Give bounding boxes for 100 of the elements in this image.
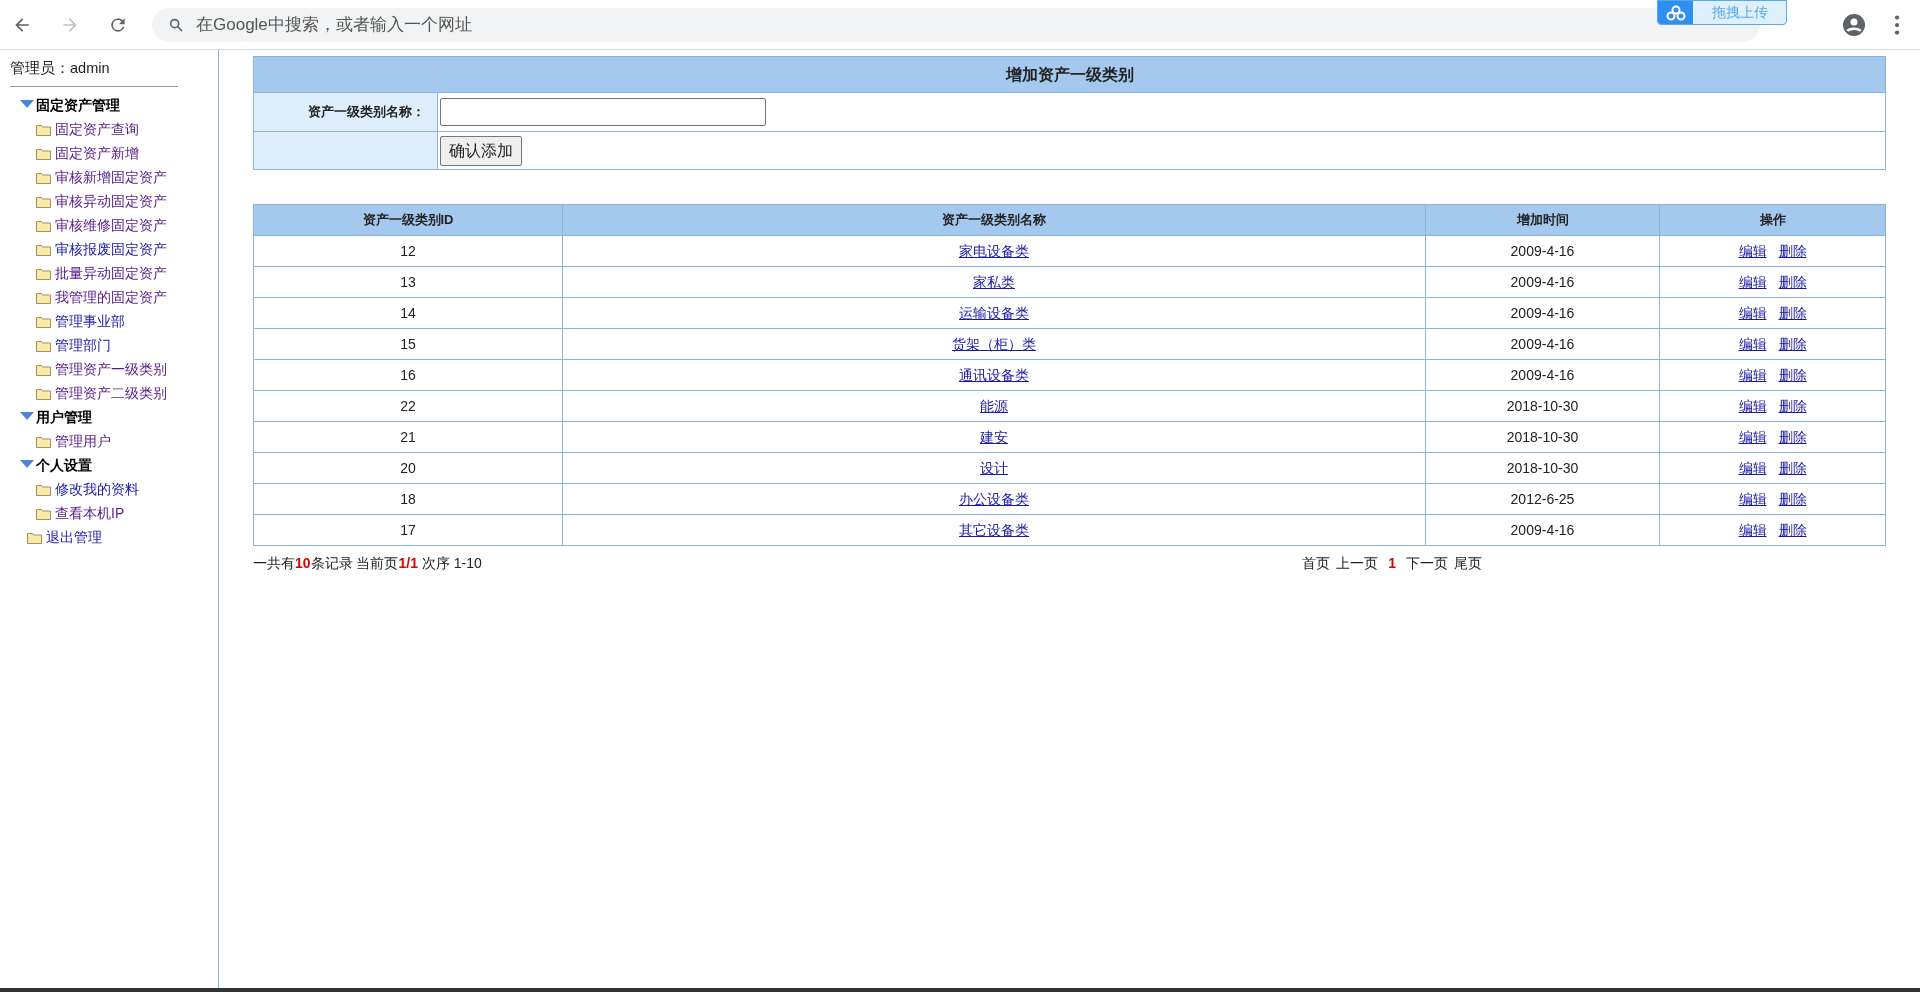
category-link[interactable]: 货架（柜）类 (952, 335, 1036, 352)
action-link[interactable]: 编辑 (1738, 488, 1767, 510)
action-link[interactable]: 编辑 (1738, 271, 1767, 293)
action-link[interactable]: 编辑 (1738, 364, 1767, 386)
sidebar-link[interactable]: 管理事业部 (55, 311, 125, 333)
cloud-icon (1665, 4, 1686, 21)
page-link[interactable]: 1 (1384, 553, 1400, 574)
action-link[interactable]: 删除 (1778, 240, 1807, 262)
action-link[interactable]: 删除 (1778, 426, 1807, 448)
folder-icon (36, 315, 51, 328)
folder-icon (36, 339, 51, 352)
category-link[interactable]: 家电设备类 (959, 242, 1029, 259)
table-cell: 14 (253, 297, 563, 329)
page-link[interactable]: 下一页 (1406, 553, 1448, 574)
action-link[interactable]: 编辑 (1738, 302, 1767, 324)
action-link[interactable]: 删除 (1778, 457, 1807, 479)
folder-icon (36, 147, 51, 160)
category-link[interactable]: 建安 (980, 428, 1008, 445)
page-link[interactable]: 首页 (1302, 553, 1331, 574)
column-header: 资产一级类别名称 (562, 204, 1426, 236)
action-link[interactable]: 编辑 (1738, 519, 1767, 541)
table-cell: 17 (253, 514, 563, 546)
expanded-triangle-icon (20, 411, 34, 420)
sidebar-link[interactable]: 固定资产新增 (55, 143, 139, 165)
folder-icon (36, 195, 51, 208)
table-cell: 22 (253, 390, 563, 422)
menu-icon[interactable] (1894, 14, 1900, 35)
folder-icon (36, 363, 51, 376)
category-link[interactable]: 家私类 (973, 273, 1015, 290)
table-cell: 2009-4-16 (1425, 328, 1660, 360)
table-cell: 20 (253, 452, 563, 484)
folder-icon (36, 123, 51, 136)
action-link[interactable]: 编辑 (1738, 333, 1767, 355)
table-cell: 2009-4-16 (1425, 359, 1660, 391)
folder-icon (36, 435, 51, 448)
table-cell: 13 (253, 266, 563, 298)
table-cell: 15 (253, 328, 563, 360)
field-label: 资产一级类别名称： (253, 92, 438, 132)
column-header: 资产一级类别ID (253, 204, 563, 236)
action-link[interactable]: 编辑 (1738, 395, 1767, 417)
table-cell: 2012-6-25 (1425, 483, 1660, 515)
sidebar-link[interactable]: 管理资产二级类别 (55, 383, 167, 405)
tree-group[interactable]: 固定资产管理 (20, 93, 218, 118)
action-link[interactable]: 删除 (1778, 364, 1807, 386)
record-summary: 一共有10条记录 当前页1/1 次序 1-10 (253, 554, 482, 573)
search-icon (168, 16, 184, 33)
column-header: 增加时间 (1425, 204, 1660, 236)
folder-icon (36, 243, 51, 256)
folder-icon (36, 291, 51, 304)
form-title: 增加资产一级类别 (253, 56, 1886, 93)
page-link[interactable]: 上一页 (1336, 553, 1379, 574)
table-cell: 2009-4-16 (1425, 297, 1660, 329)
folder-icon (36, 267, 51, 280)
action-link[interactable]: 删除 (1778, 519, 1807, 541)
profile-icon[interactable] (1842, 12, 1866, 37)
sidebar-link[interactable]: 固定资产查询 (55, 119, 139, 141)
table-cell: 2009-4-16 (1425, 514, 1660, 546)
logout-link[interactable]: 退出管理 (46, 527, 102, 549)
sidebar-link[interactable]: 审核新增固定资产 (55, 167, 167, 189)
sidebar-link[interactable]: 我管理的固定资产 (55, 287, 167, 309)
admin-label: 管理员：admin (10, 58, 178, 87)
sidebar-link[interactable]: 审核异动固定资产 (55, 191, 167, 213)
sidebar-link[interactable]: 管理资产一级类别 (55, 359, 167, 381)
action-link[interactable]: 删除 (1778, 395, 1807, 417)
action-link[interactable]: 删除 (1778, 302, 1807, 324)
folder-icon (27, 531, 42, 544)
folder-icon (36, 507, 51, 520)
folder-icon (36, 171, 51, 184)
category-link[interactable]: 其它设备类 (959, 521, 1029, 538)
table-cell: 18 (253, 483, 563, 515)
table-cell: 12 (253, 235, 563, 267)
sidebar-link[interactable]: 审核维修固定资产 (55, 215, 167, 237)
folder-icon (36, 387, 51, 400)
expanded-triangle-icon (20, 99, 34, 108)
category-link[interactable]: 能源 (980, 397, 1008, 414)
column-header: 操作 (1659, 204, 1886, 236)
table-cell: 21 (253, 421, 563, 453)
action-link[interactable]: 编辑 (1738, 426, 1767, 448)
expanded-triangle-icon (20, 459, 34, 468)
page-link[interactable]: 尾页 (1454, 553, 1482, 574)
sidebar-link[interactable]: 查看本机IP (55, 503, 125, 525)
category-link[interactable]: 运输设备类 (959, 304, 1029, 321)
action-link[interactable]: 删除 (1778, 333, 1807, 355)
sidebar-link[interactable]: 审核报废固定资产 (55, 239, 167, 261)
action-link[interactable]: 删除 (1778, 271, 1807, 293)
action-link[interactable]: 删除 (1778, 488, 1807, 510)
category-link[interactable]: 设计 (980, 459, 1008, 476)
sidebar-link[interactable]: 管理用户 (55, 431, 111, 453)
sidebar-link[interactable]: 修改我的资料 (55, 479, 139, 501)
tree-group[interactable]: 个人设置 (20, 453, 218, 478)
action-link[interactable]: 编辑 (1738, 240, 1767, 262)
tree-group[interactable]: 用户管理 (20, 405, 218, 430)
category-link[interactable]: 办公设备类 (959, 490, 1029, 507)
sidebar-link[interactable]: 批量异动固定资产 (55, 263, 167, 285)
category-name-input[interactable] (440, 98, 766, 126)
submit-button[interactable]: 确认添加 (440, 135, 522, 166)
action-link[interactable]: 编辑 (1738, 457, 1767, 479)
category-link[interactable]: 通讯设备类 (959, 366, 1029, 383)
table-cell: 2018-10-30 (1425, 390, 1660, 422)
sidebar-link[interactable]: 管理部门 (55, 335, 111, 357)
